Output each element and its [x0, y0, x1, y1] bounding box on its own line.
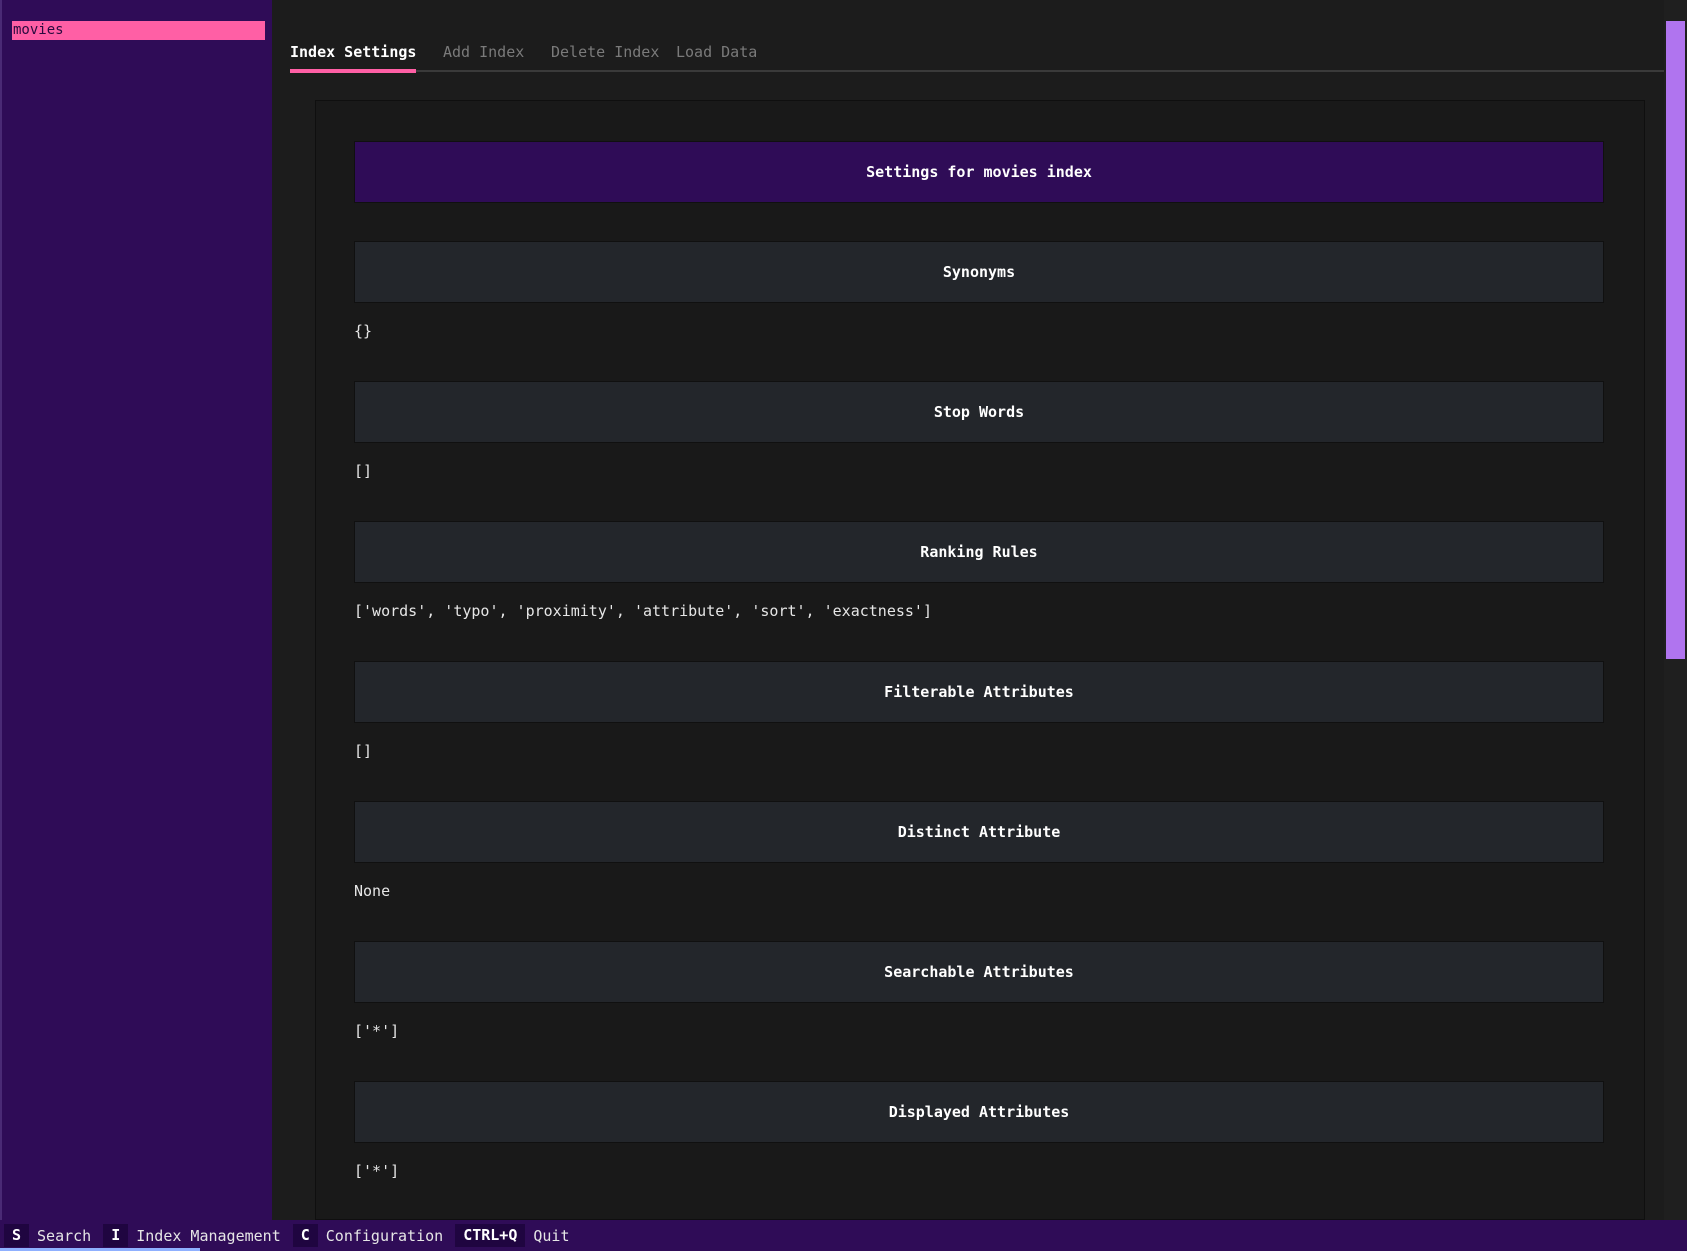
- ranking-rules-header: Ranking Rules: [354, 521, 1604, 583]
- panel-title: Settings for movies index: [354, 141, 1604, 203]
- tab-load-data[interactable]: Load Data: [676, 43, 757, 61]
- distinct-attribute-header: Distinct Attribute: [354, 801, 1604, 863]
- label-quit[interactable]: Quit: [525, 1227, 577, 1245]
- searchable-attributes-value: ['*']: [354, 1022, 400, 1040]
- sidebar: movies: [0, 0, 272, 1220]
- key-configuration[interactable]: C: [292, 1224, 318, 1247]
- tab-add-index[interactable]: Add Index: [443, 43, 524, 61]
- settings-panel[interactable]: Settings for movies index Synonyms {} St…: [315, 100, 1645, 1220]
- distinct-attribute-value: None: [354, 882, 391, 900]
- stop-words-value: []: [354, 462, 373, 480]
- main-content: Index Settings Add Index Delete Index Lo…: [272, 0, 1687, 1220]
- label-configuration[interactable]: Configuration: [318, 1227, 451, 1245]
- label-index-management[interactable]: Index Management: [128, 1227, 289, 1245]
- filterable-attributes-value: []: [354, 742, 373, 760]
- stop-words-header: Stop Words: [354, 381, 1604, 443]
- scrollbar-thumb[interactable]: [1666, 21, 1685, 659]
- synonyms-header: Synonyms: [354, 241, 1604, 303]
- filterable-attributes-header: Filterable Attributes: [354, 661, 1604, 723]
- key-quit[interactable]: CTRL+Q: [455, 1224, 526, 1247]
- footer-keybindings: S Search I Index Management C Configurat…: [0, 1220, 1687, 1251]
- key-index-management[interactable]: I: [103, 1224, 129, 1247]
- label-search[interactable]: Search: [29, 1227, 99, 1245]
- app-window: movies Index Settings Add Index Delete I…: [0, 0, 1687, 1251]
- tab-bar: Index Settings Add Index Delete Index Lo…: [290, 40, 1666, 72]
- ranking-rules-value: ['words', 'typo', 'proximity', 'attribut…: [354, 602, 932, 620]
- displayed-attributes-value: ['*']: [354, 1162, 400, 1180]
- tab-delete-index[interactable]: Delete Index: [551, 43, 659, 61]
- searchable-attributes-header: Searchable Attributes: [354, 941, 1604, 1003]
- synonyms-value: {}: [354, 322, 373, 340]
- tab-index-settings[interactable]: Index Settings: [290, 43, 416, 61]
- displayed-attributes-header: Displayed Attributes: [354, 1081, 1604, 1143]
- active-tab-indicator: [290, 69, 416, 73]
- key-search[interactable]: S: [4, 1224, 30, 1247]
- sidebar-item-movies[interactable]: movies: [12, 21, 265, 40]
